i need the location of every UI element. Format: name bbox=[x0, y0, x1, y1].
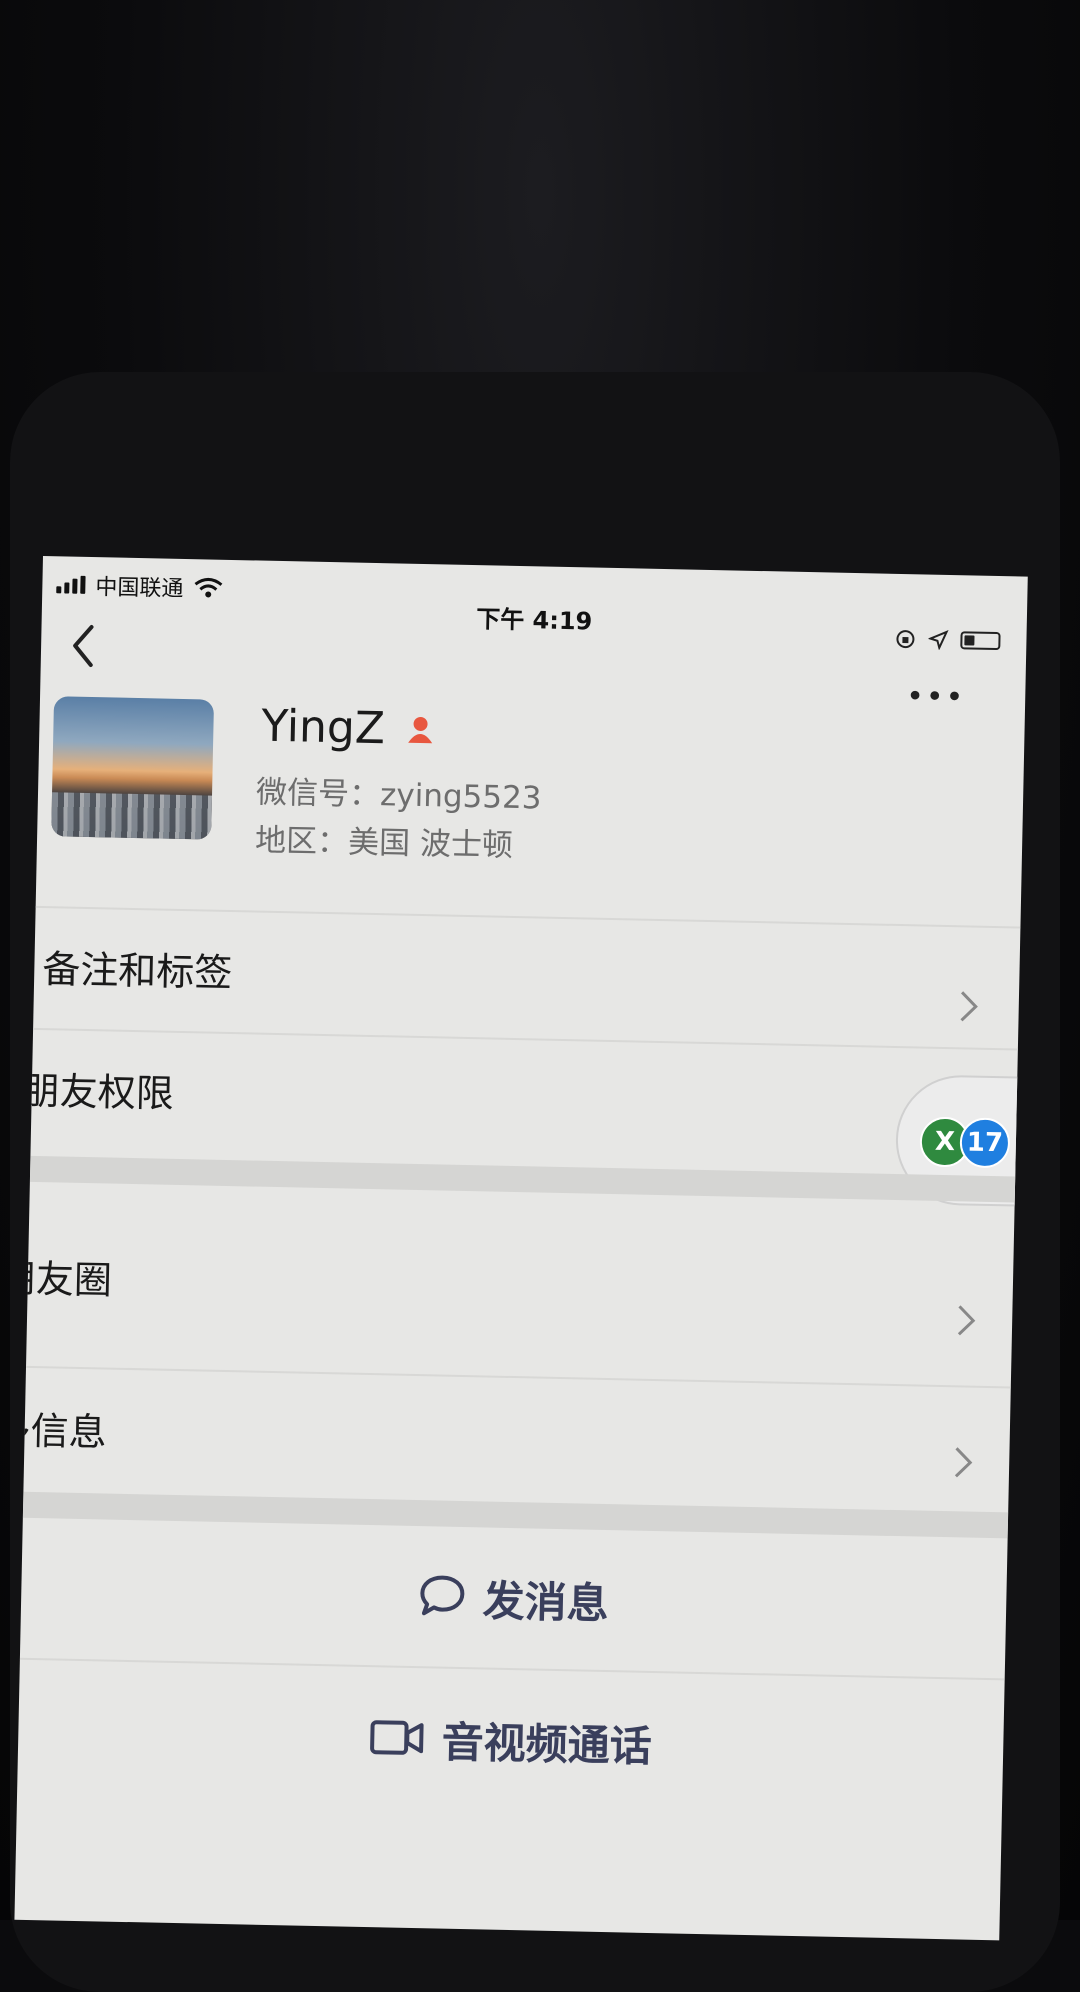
blue-badge-icon: 17 bbox=[959, 1117, 1011, 1169]
send-message-label: 发消息 bbox=[482, 1575, 610, 1628]
battery-icon bbox=[960, 631, 1001, 651]
moments-row[interactable]: 朋友圈 bbox=[14, 1182, 1015, 1387]
video-call-button[interactable]: 音视频通话 bbox=[17, 1660, 1005, 1821]
chevron-right-icon bbox=[960, 991, 978, 1022]
status-right bbox=[894, 628, 1001, 652]
phone-screen: 中国联通 下午 4:19 ••• YingZ 微信号：zying5523 地区：… bbox=[14, 556, 1028, 1941]
more-info-row[interactable]: 更多信息 bbox=[14, 1368, 1010, 1513]
remarks-tags-label: 备注和标签 bbox=[41, 947, 233, 996]
video-call-label: 音视频通话 bbox=[441, 1717, 653, 1771]
remarks-tags-row[interactable]: 备注和标签 bbox=[33, 908, 1020, 1049]
back-icon[interactable] bbox=[63, 620, 104, 671]
video-camera-icon bbox=[370, 1720, 425, 1755]
friend-permissions-row[interactable]: 朋友权限 bbox=[21, 1030, 1018, 1171]
friend-permissions-label: 朋友权限 bbox=[21, 1068, 175, 1116]
send-message-button[interactable]: 发消息 bbox=[20, 1518, 1008, 1679]
more-options-button[interactable]: ••• bbox=[906, 679, 966, 715]
profile-header: YingZ 微信号：zying5523 地区：美国 波士顿 bbox=[37, 696, 1025, 877]
region: 地区：美国 波士顿 bbox=[254, 822, 514, 864]
chevron-right-icon bbox=[954, 1447, 973, 1478]
location-icon bbox=[928, 630, 949, 650]
profile-name: YingZ bbox=[260, 700, 386, 755]
more-info-label: 更多信息 bbox=[14, 1407, 108, 1455]
wechat-id: 微信号：zying5523 bbox=[255, 774, 542, 817]
chat-bubble-icon bbox=[420, 1575, 465, 1616]
rotation-lock-icon bbox=[896, 630, 915, 649]
status-time: 下午 4:19 bbox=[475, 605, 593, 636]
female-icon bbox=[407, 716, 432, 743]
moments-label: 朋友圈 bbox=[14, 1256, 113, 1303]
profile-name-row: YingZ bbox=[261, 701, 436, 756]
chevron-right-icon bbox=[957, 1305, 976, 1336]
avatar[interactable] bbox=[51, 696, 215, 840]
floating-icons: X 17 bbox=[919, 1116, 1011, 1169]
battery-level bbox=[964, 635, 975, 646]
